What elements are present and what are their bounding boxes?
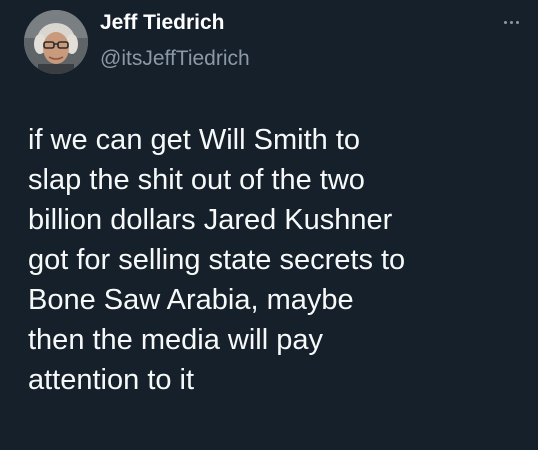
more-horizontal-icon: [503, 20, 507, 24]
author-display-name[interactable]: Jeff Tiedrich: [100, 10, 250, 36]
more-horizontal-icon: [509, 20, 513, 24]
avatar[interactable]: [24, 10, 88, 74]
tweet-text: if we can get Will Smith to slap the shi…: [28, 124, 406, 396]
author-handle[interactable]: @itsJeffTiedrich: [100, 46, 250, 72]
more-options-button[interactable]: [498, 14, 524, 30]
tweet-card: Jeff Tiedrich @itsJeffTiedrich if we can…: [0, 0, 538, 450]
author-info: Jeff Tiedrich @itsJeffTiedrich: [100, 10, 250, 72]
avatar-photo: [24, 10, 88, 74]
more-horizontal-icon: [515, 20, 519, 24]
